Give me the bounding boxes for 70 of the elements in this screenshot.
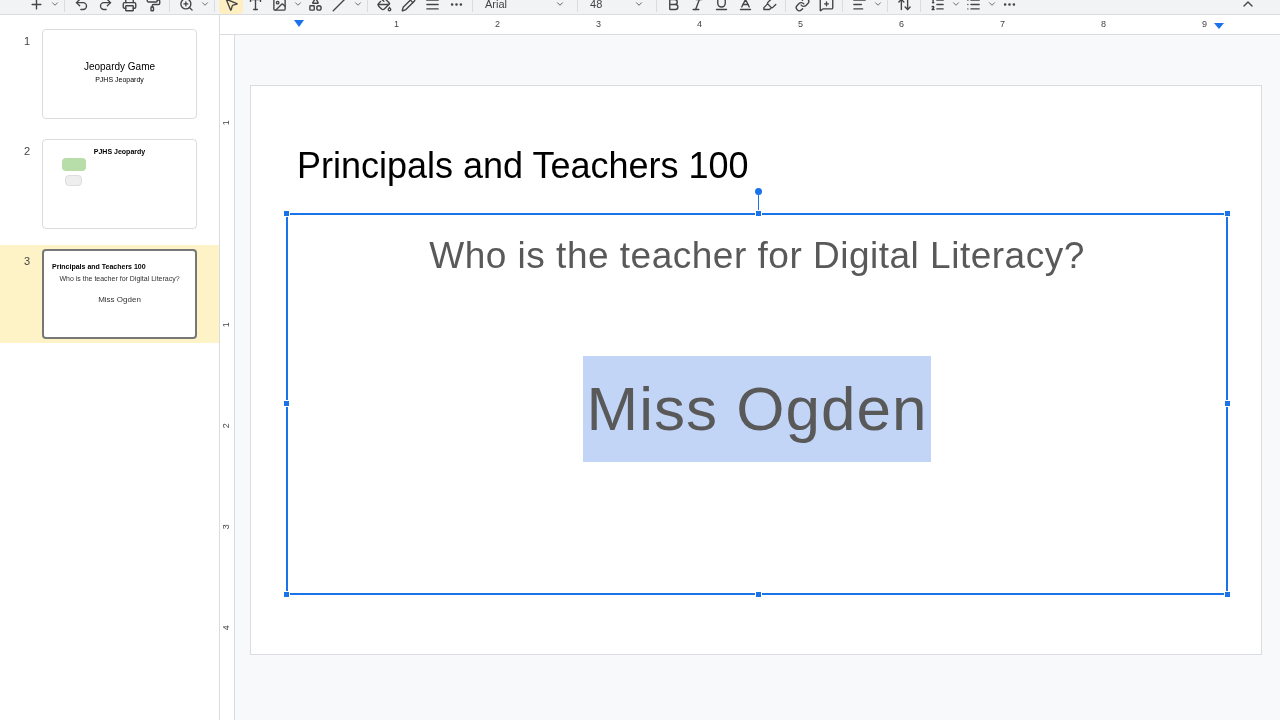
slide-number: 3: [24, 254, 32, 269]
line-icon: [331, 0, 347, 12]
comment-icon: [818, 0, 834, 12]
resize-handle[interactable]: [755, 591, 762, 598]
line-spacing-icon: [896, 0, 912, 12]
ruler-label: 3: [220, 524, 233, 530]
resize-handle[interactable]: [1224, 591, 1231, 598]
ruler-label: 6: [899, 17, 904, 31]
ruler-label: 2: [220, 423, 233, 429]
resize-handle[interactable]: [283, 591, 290, 598]
caret-icon: [634, 0, 645, 9]
resize-handle[interactable]: [1224, 210, 1231, 217]
redo-icon: [97, 0, 113, 12]
paint-format-icon: [145, 0, 161, 12]
bulleted-list-icon: [965, 0, 981, 12]
text-color-icon: [737, 0, 753, 12]
ruler-label: 4: [697, 17, 702, 31]
ruler-label: 7: [1000, 17, 1005, 31]
resize-handle[interactable]: [283, 400, 290, 407]
new-slide-icon: [28, 0, 44, 12]
indent-marker-icon[interactable]: [294, 20, 304, 27]
select-button[interactable]: [219, 0, 243, 14]
slide-number: 2: [24, 144, 32, 159]
caret-icon[interactable]: [987, 0, 998, 9]
fill-color-icon: [376, 0, 392, 12]
thumbnail-title: Jeopardy Game: [83, 62, 156, 72]
resize-handle[interactable]: [1224, 400, 1231, 407]
print-icon: [121, 0, 137, 12]
shape-icon: [307, 0, 323, 12]
caret-icon[interactable]: [951, 0, 962, 9]
underline-icon: [713, 0, 729, 12]
caret-icon[interactable]: [200, 0, 210, 9]
ruler-label: 1: [220, 120, 233, 126]
thumbnail-answer: Miss Ogden: [98, 296, 141, 304]
border-color-icon: [400, 0, 416, 12]
image-icon: [271, 0, 287, 12]
answer-text: Miss Ogden: [582, 355, 932, 462]
ruler-label: 2: [495, 17, 500, 31]
slide-number: 1: [24, 34, 32, 49]
indent-marker-icon[interactable]: [1214, 23, 1224, 29]
numbered-list-icon: [929, 0, 945, 12]
caret-icon: [555, 0, 565, 9]
zoom-icon: [178, 0, 194, 12]
ruler-label: 5: [798, 17, 803, 31]
select-icon: [223, 0, 239, 12]
link-icon: [794, 0, 810, 12]
resize-handle[interactable]: [283, 210, 290, 217]
font-dropdown[interactable]: Arial: [477, 0, 573, 13]
highlight-icon: [761, 0, 777, 12]
ruler-label: 1: [220, 322, 233, 328]
value-tile: [65, 175, 82, 186]
text-box-icon: [247, 0, 263, 12]
resize-handle[interactable]: [755, 210, 762, 217]
caret-icon[interactable]: [353, 0, 363, 9]
ruler-label: 3: [596, 17, 601, 31]
question-text: Who is the teacher for Digital Literacy?: [429, 234, 1085, 278]
ruler-label: 4: [220, 625, 233, 631]
undo-icon: [73, 0, 89, 12]
caret-icon[interactable]: [293, 0, 303, 9]
category-tile: [62, 158, 86, 171]
slide-title: Principals and Teachers 100: [297, 145, 749, 186]
ruler-label: 1: [394, 17, 399, 31]
rotate-handle[interactable]: [755, 188, 762, 210]
ruler-label: 8: [1101, 17, 1106, 31]
caret-icon[interactable]: [50, 0, 60, 9]
font-size-dropdown[interactable]: 48: [582, 0, 653, 13]
ruler-label: 9: [1202, 17, 1207, 31]
caret-icon[interactable]: [873, 0, 884, 9]
align-icon: [851, 0, 867, 12]
border-weight-icon: [424, 0, 440, 12]
